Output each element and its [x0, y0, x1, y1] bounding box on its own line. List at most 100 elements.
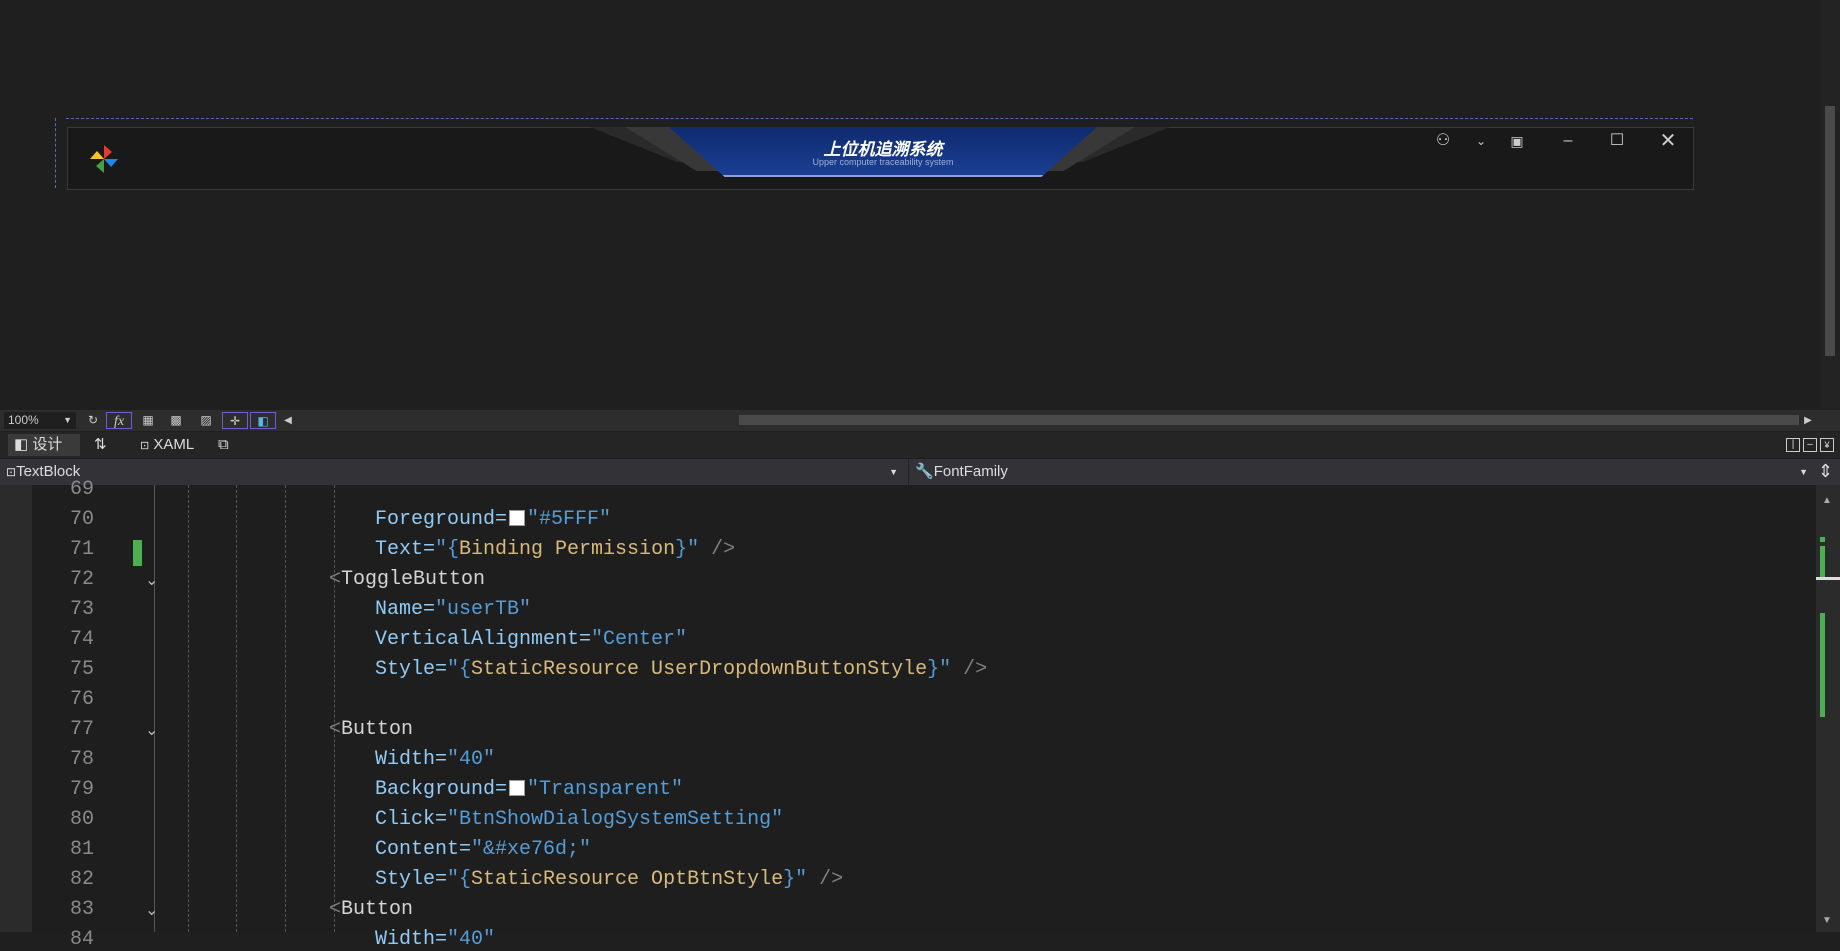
designer-vertical-scroll-thumb[interactable]	[1825, 106, 1835, 356]
code-token: VerticalAlignment=	[375, 628, 592, 651]
line-number: 73	[69, 598, 94, 621]
chevron-down-icon: ▼	[889, 467, 898, 477]
element-dropdown[interactable]: ⊡TextBlock ▼	[0, 459, 906, 485]
settings-monitor-icon[interactable]: ▣	[1506, 130, 1528, 152]
ruler-guide	[55, 118, 56, 188]
code-line[interactable]: <ToggleButton	[329, 568, 485, 591]
fx-button[interactable]: fx	[106, 412, 132, 429]
color-swatch	[509, 510, 526, 526]
code-line[interactable]: Style="{StaticResource UserDropdownButto…	[375, 658, 987, 681]
line-number: 83	[69, 898, 94, 921]
code-token: <	[329, 568, 342, 591]
fold-chevron-icon[interactable]: ⌄	[145, 570, 158, 590]
glyph-margin	[0, 485, 32, 932]
artboard-icon[interactable]: ▨	[196, 412, 216, 429]
code-token: Foreground=	[375, 508, 508, 531]
vertical-split-icon[interactable]: |	[1786, 438, 1800, 452]
code-line[interactable]: Width="40"	[375, 748, 495, 771]
change-bar	[133, 540, 142, 566]
code-token: StaticResource UserDropdownButtonStyle	[471, 658, 928, 681]
design-icon: ◧	[14, 436, 29, 453]
split-editor-icon[interactable]: ⇕	[1818, 461, 1833, 482]
code-token: Button	[341, 718, 414, 741]
change-marker	[1820, 537, 1825, 542]
design-surface[interactable]	[0, 0, 1821, 408]
code-token: "{	[447, 868, 472, 891]
code-token: Width=	[375, 928, 448, 951]
maximize-icon[interactable]: ☐	[1606, 130, 1628, 152]
fold-chevron-icon[interactable]: ⌄	[145, 720, 158, 740]
indent-guide	[285, 485, 286, 932]
code-line[interactable]: Style="{StaticResource OptBtnStyle}" />	[375, 868, 843, 891]
overview-scrollbar[interactable]: ▲ ▼	[1816, 485, 1840, 932]
minimize-icon[interactable]: –	[1557, 130, 1579, 152]
code-line[interactable]: Click="BtnShowDialogSystemSetting"	[375, 808, 783, 831]
fold-chevron-icon[interactable]: ⌄	[145, 900, 158, 920]
wrench-icon: 🔧	[915, 463, 934, 480]
code-line[interactable]: <Button	[329, 898, 413, 921]
code-line[interactable]: VerticalAlignment="Center"	[375, 628, 687, 651]
popout-icon[interactable]: ⧉	[218, 434, 229, 456]
scroll-up-icon[interactable]: ▲	[1822, 495, 1832, 506]
line-number: 82	[69, 868, 94, 891]
tab-design[interactable]: ◧ 设计	[8, 434, 80, 456]
code-token: "BtnShowDialogSystemSetting"	[447, 808, 784, 831]
grid-icon[interactable]: ▦	[138, 412, 158, 429]
code-token: }"	[927, 658, 952, 681]
horizontal-split-icon[interactable]: –	[1803, 438, 1817, 452]
chevron-down-icon[interactable]: ⌄	[1470, 130, 1492, 152]
code-line[interactable]: Content="&#xe76d;"	[375, 838, 591, 861]
code-line[interactable]: Width="40"	[375, 928, 495, 951]
element-icon: ⊡	[6, 465, 17, 479]
collapse-pane-icon[interactable]: ¥	[1820, 438, 1834, 452]
tab-design-label: 设计	[32, 436, 63, 453]
element-selector-row: ⊡TextBlock ▼ 🔧FontFamily ▼ ⇕	[0, 459, 1840, 485]
indent-guide	[236, 485, 237, 932]
code-token: />	[951, 658, 988, 681]
refresh-icon[interactable]: ↻	[84, 412, 102, 429]
scroll-left-icon[interactable]: ◀	[282, 412, 294, 429]
code-line[interactable]: <Button	[329, 718, 413, 741]
code-token: Style=	[375, 868, 448, 891]
code-token: Name=	[375, 598, 436, 621]
app-logo-icon	[88, 143, 120, 175]
line-number: 72	[69, 568, 94, 591]
zoom-select[interactable]: 100% ▼	[4, 412, 76, 429]
code-token: "40"	[447, 928, 496, 951]
tab-xaml-label: XAML	[153, 436, 195, 453]
code-line[interactable]: Text="{Binding Permission}" />	[375, 538, 735, 561]
property-dropdown[interactable]: 🔧FontFamily ▼	[908, 459, 1816, 485]
line-number: 76	[69, 688, 94, 711]
zoom-value: 100%	[8, 413, 39, 427]
snap-lines-icon[interactable]: ✛	[222, 412, 248, 429]
user-icon[interactable]: ⚇	[1432, 130, 1454, 152]
change-marker	[1820, 546, 1825, 579]
swap-panes-button[interactable]: ⇅	[94, 434, 107, 456]
snap-grid-icon[interactable]: ▩	[166, 412, 186, 429]
code-token: />	[699, 538, 736, 561]
line-number: 74	[69, 628, 94, 651]
code-line[interactable]: Foreground= "#5FFF"	[375, 508, 611, 531]
code-line[interactable]: Name="userTB"	[375, 598, 531, 621]
close-icon[interactable]: ✕	[1657, 130, 1679, 152]
horizontal-scroll-thumb[interactable]	[739, 415, 1799, 425]
scroll-down-icon[interactable]: ▼	[1822, 915, 1832, 926]
code-line[interactable]: Background= "Transparent"	[375, 778, 683, 801]
change-marker	[1820, 613, 1825, 717]
code-token: Background=	[375, 778, 508, 801]
code-token: "{	[447, 658, 472, 681]
code-token: "Transparent"	[527, 778, 684, 801]
code-token: "{	[435, 538, 460, 561]
code-token: Text=	[375, 538, 436, 561]
tab-xaml[interactable]: ⊡ XAML	[140, 434, 194, 457]
indent-guide	[188, 485, 189, 932]
xaml-editor[interactable]	[0, 485, 1816, 932]
line-number: 75	[69, 658, 94, 681]
code-token: Button	[341, 898, 414, 921]
project-code-icon[interactable]: ◧	[250, 412, 276, 429]
scroll-right-icon[interactable]: ▶	[1802, 412, 1814, 429]
indent-guide	[334, 485, 335, 932]
code-token: Binding Permission	[459, 538, 676, 561]
line-number: 80	[69, 808, 94, 831]
line-number: 79	[69, 778, 94, 801]
